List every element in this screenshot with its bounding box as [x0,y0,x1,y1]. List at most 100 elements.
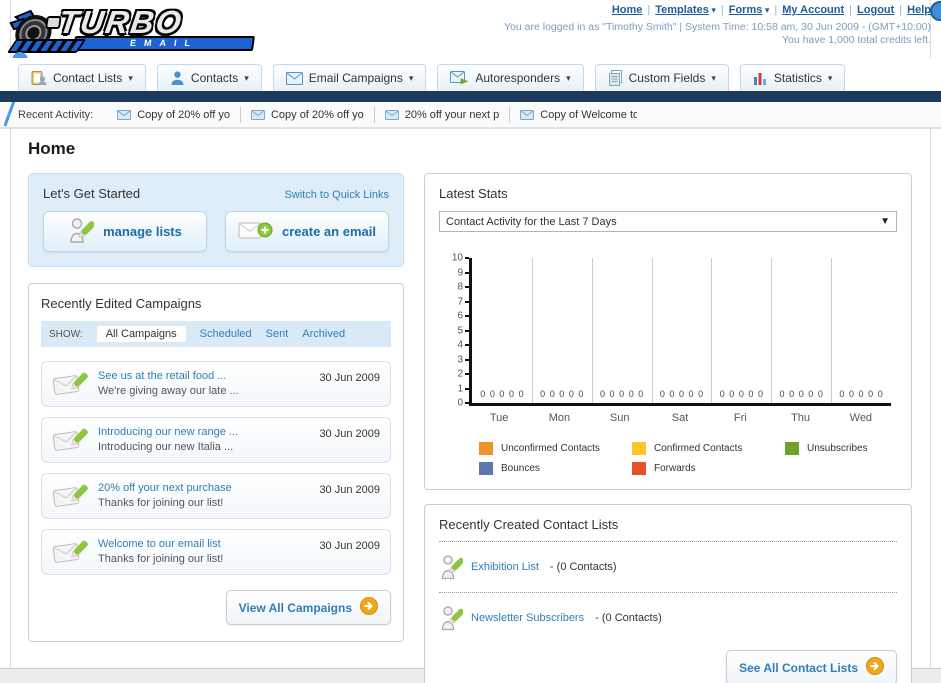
recent-activity-bar: Recent Activity: Copy of 20% off yo Copy … [0,102,941,129]
filter-scheduled[interactable]: Scheduled [200,328,252,340]
header-link-templates[interactable]: Templates [655,4,709,16]
contact-list-item[interactable]: Exhibition List - (0 Contacts) [439,551,897,583]
header-link-logout[interactable]: Logout [857,4,894,16]
header-link-help[interactable]: Help [907,4,931,16]
get-started-title: Let's Get Started [43,186,141,201]
tab-contact-lists[interactable]: Contact Lists ▾ [18,64,146,91]
navy-divider-bar [0,91,941,102]
campaign-title-link[interactable]: See us at the retail food ... [98,369,239,384]
chart-gridline [651,258,653,403]
chart-value-label: 0 [489,389,495,399]
y-axis-tick-mark [465,329,469,332]
campaign-item[interactable]: See us at the retail food ... We're givin… [41,361,391,407]
create-email-label: create an email [282,224,376,239]
recent-activity-item[interactable]: Copy of 20% off yo [107,106,241,123]
filter-archived[interactable]: Archived [302,328,345,340]
chart-gridline [831,258,833,403]
campaign-subtitle: Thanks for joining our list! [98,553,224,565]
campaign-title-link[interactable]: Introducing our new range ... [98,425,238,440]
link-separator: | [720,4,724,16]
y-axis-tick-label: 0 [457,397,463,409]
campaign-title-link[interactable]: 20% off your next purchase [98,481,232,496]
legend-label: Unsubscribes [807,443,868,454]
filter-sent[interactable]: Sent [266,328,289,340]
campaign-text: Introducing our new range ... Introducing… [98,425,238,455]
contact-lists-title: Recently Created Contact Lists [439,517,619,532]
view-all-campaigns-button[interactable]: View All Campaigns [225,590,391,625]
chart-value-label: 0 [738,389,744,399]
logo-subtitle: EMAIL [72,36,256,51]
y-axis-tick-mark [465,373,469,375]
email-campaigns-icon [285,71,303,85]
chart-value-label: 0 [868,389,874,399]
campaign-title-link[interactable]: Welcome to our email list [98,537,223,552]
campaign-item[interactable]: 20% off your next purchase Thanks for joi… [41,473,391,519]
campaign-text: See us at the retail food ... We're givin… [98,369,239,399]
contact-list-name-link[interactable]: Exhibition List [471,561,539,573]
recent-activity-item[interactable]: 20% off your next p [375,106,511,123]
chart-gridline [531,258,533,403]
link-separator: | [899,4,903,16]
tab-label: Custom Fields [628,71,706,85]
tab-statistics[interactable]: Statistics ▾ [739,64,846,91]
chevron-down-icon: ▾ [128,72,133,83]
x-axis-tick-label: Thu [791,412,811,424]
chart-value-label: 0 [858,389,864,399]
see-all-contact-lists-button[interactable]: See All Contact Lists [726,650,897,683]
chevron-down-icon: ▾ [408,72,414,83]
login-info: You are logged in as "Timothy Smith" | S… [504,21,931,33]
legend-item: Forwards [632,462,785,475]
link-separator: | [849,4,853,16]
create-email-button[interactable]: create an email [225,211,389,252]
turbo-email-logo: TURBO EMAIL [6,3,274,55]
link-separator: | [647,4,651,16]
main-content: Home Let's Get Started Switch to Quick L… [0,129,941,683]
tab-email-campaigns[interactable]: Email Campaigns ▾ [272,64,427,91]
page: TURBO EMAIL Home | Templates ▾ | Forms ▾ | My … [0,0,941,683]
y-axis-tick-label: 2 [457,368,463,380]
chart-value-label: 0 [719,389,725,399]
campaign-edit-icon [52,538,89,566]
y-axis-tick-label: 5 [457,325,463,336]
envelope-icon [384,109,399,120]
help-bubble-icon[interactable] [930,1,941,21]
y-axis-tick-mark [465,286,469,288]
stats-period-dropdown[interactable]: Contact Activity for the Last 7 Days ▼ [439,211,897,232]
chart-value-label: 0 [559,389,565,399]
page-title: Home [28,139,76,158]
y-axis-tick-mark [465,402,469,404]
tab-custom-fields[interactable]: Custom Fields ▾ [594,64,729,91]
header-link-home[interactable]: Home [612,4,643,16]
y-axis-tick-mark [465,358,469,361]
latest-stats-panel: Latest Stats Contact Activity for the La… [424,173,912,490]
legend-swatch [632,442,646,455]
header-link-my-account[interactable]: My Account [782,4,844,16]
chevron-down-icon: ▾ [762,5,770,15]
tab-contacts[interactable]: Contacts ▾ [156,64,262,91]
recent-activity-item-label: 20% off your next p [404,108,500,121]
campaign-date: 30 Jun 2009 [319,372,380,384]
manage-lists-icon [68,217,96,247]
campaign-item[interactable]: Welcome to our email list Thanks for join… [41,529,391,575]
recent-activity-item[interactable]: Copy of 20% off yo [241,106,375,123]
contact-list-item[interactable]: Newsletter Subscribers - (0 Contacts) [439,602,897,634]
manage-lists-button[interactable]: manage lists [43,211,207,252]
switch-quick-links[interactable]: Switch to Quick Links [284,189,389,201]
chart-value-label: 0 [499,389,505,399]
tab-autoresponders[interactable]: Autoresponders ▾ [437,64,584,91]
tab-label: Contacts [190,71,239,85]
legend-item: Unsubscribes [785,442,938,455]
chevron-down-icon: ▾ [708,5,716,15]
header-link-forms[interactable]: Forms [729,4,763,16]
recent-activity-item[interactable]: Copy of Welcome to [510,107,647,123]
filter-all-campaigns[interactable]: All Campaigns [96,326,186,342]
y-axis-tick-label: 6 [457,310,463,322]
campaign-item[interactable]: Introducing our new range ... Introducing… [41,417,391,463]
view-all-campaigns-label: View All Campaigns [238,600,352,615]
contact-list-name-link[interactable]: Newsletter Subscribers [471,612,584,624]
credits-info: You have 1,000 total credits left. [781,34,931,46]
recently-edited-campaigns-panel: Recently Edited Campaigns SHOW: All Camp… [28,283,404,642]
y-axis-tick-mark [465,257,469,259]
y-axis-tick-label: 1 [457,383,463,394]
x-axis-tick-label: Fri [733,412,747,424]
